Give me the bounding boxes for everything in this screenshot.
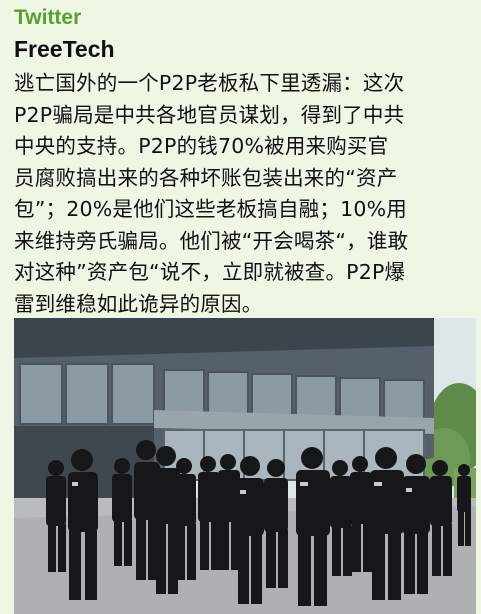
post-photo[interactable] bbox=[14, 318, 476, 614]
post-body: 逃亡国外的一个P2P老板私下里透漏：这次 P2P骗局是中共各地官员谋划，得到了中… bbox=[14, 68, 472, 320]
source-label[interactable]: Twitter bbox=[14, 6, 81, 30]
post-line: 雷到维稳如此诡异的原因。 bbox=[14, 291, 263, 316]
post-line: 员腐败搞出来的各种坏账包装出来的“资产 bbox=[14, 165, 398, 190]
post-line: 中央的支持。P2P的钱70%被用来购买官 bbox=[14, 134, 389, 158]
post-line: P2P骗局是中共各地官员谋划，得到了中共 bbox=[14, 102, 405, 127]
author-name[interactable]: FreeTech bbox=[14, 36, 115, 63]
post-line: 对这种”资产包“说不，立即就被查。P2P爆 bbox=[14, 260, 406, 284]
post-line: 包”；20%是他们这些老板搞自融；10%用 bbox=[14, 197, 407, 221]
tweet-card: Twitter FreeTech 逃亡国外的一个P2P老板私下里透漏：这次 P2… bbox=[0, 0, 481, 614]
post-line: 来维持旁氏骗局。他们被“开会喝茶“，谁敢 bbox=[14, 228, 409, 253]
post-line: 逃亡国外的一个P2P老板私下里透漏：这次 bbox=[14, 71, 405, 95]
